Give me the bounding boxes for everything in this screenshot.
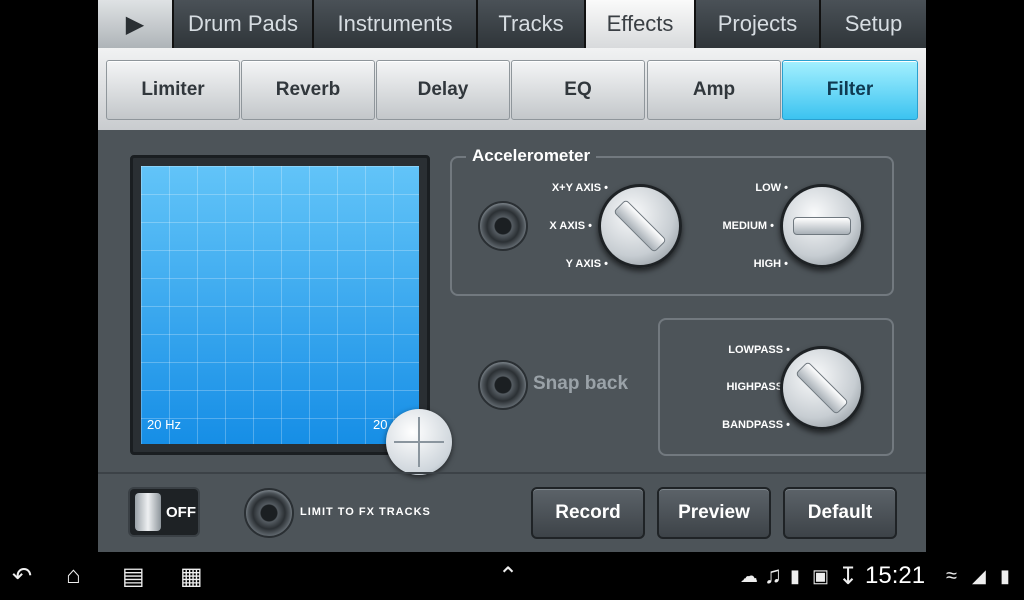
tab-projects[interactable]: Projects: [696, 0, 821, 48]
switch-label: OFF: [166, 504, 196, 521]
sd-card-icon: ▮: [790, 566, 800, 586]
xy-pad-frame: 20 Hz 20: [130, 155, 430, 455]
snap-back-toggle[interactable]: [478, 360, 528, 410]
axis-option-xy: X+Y AXIS •: [551, 182, 608, 194]
sensitivity-option-low: LOW •: [755, 182, 788, 194]
record-button[interactable]: Record: [531, 487, 645, 539]
wifi-icon: ≈: [946, 565, 957, 587]
tab-effects[interactable]: Effects: [586, 0, 696, 48]
filter-option-lowpass: LOWPASS •: [728, 344, 790, 356]
subtab-limiter[interactable]: Limiter: [106, 60, 240, 120]
status-clock: 15:21: [865, 562, 926, 589]
recent-apps-icon[interactable]: ▤: [122, 562, 145, 591]
tab-instruments[interactable]: Instruments: [314, 0, 478, 48]
filter-option-highpass: HIGHPASS •: [726, 381, 790, 393]
divider: [98, 472, 926, 474]
home-icon[interactable]: ⌂: [66, 562, 81, 590]
image-icon: ▣: [812, 566, 830, 586]
filter-type-knob[interactable]: [780, 346, 864, 430]
accelerometer-title: Accelerometer: [466, 146, 597, 166]
tab-tracks[interactable]: Tracks: [478, 0, 586, 48]
axis-knob-grip: [613, 199, 667, 253]
top-nav: ▶ Drum Pads Instruments Tracks Effects P…: [98, 0, 926, 48]
up-arrow-icon[interactable]: ⌃: [498, 562, 518, 591]
limit-to-fx-toggle[interactable]: [244, 488, 294, 538]
effects-tab-bar: Limiter Reverb Delay EQ Amp Filter: [98, 48, 926, 130]
tab-drum-pads[interactable]: Drum Pads: [174, 0, 314, 48]
xy-max-label: 20: [373, 417, 388, 432]
subtab-filter[interactable]: Filter: [782, 60, 918, 120]
play-button[interactable]: ▶: [98, 0, 174, 48]
play-icon: ▶: [125, 10, 145, 38]
filter-knob-grip: [795, 361, 849, 415]
back-icon[interactable]: ↶: [12, 562, 32, 591]
sensitivity-knob[interactable]: [780, 184, 864, 268]
snap-back-label: Snap back: [533, 373, 629, 394]
filter-option-bandpass: BANDPASS •: [722, 419, 790, 431]
download-icon: ↧: [838, 563, 859, 590]
xy-pad-handle[interactable]: [386, 409, 452, 475]
sensitivity-option-high: HIGH •: [753, 258, 788, 270]
soundcloud-icon: ☁: [740, 566, 758, 586]
subtab-delay[interactable]: Delay: [376, 60, 510, 120]
sensitivity-option-medium: MEDIUM •: [722, 220, 774, 232]
limit-to-fx-label: LIMIT TO FX TRACKS: [300, 506, 431, 518]
music-icon: ♫: [764, 562, 782, 589]
subtab-eq[interactable]: EQ: [511, 60, 645, 120]
axis-knob[interactable]: [598, 184, 682, 268]
subtab-reverb[interactable]: Reverb: [241, 60, 375, 120]
sensitivity-knob-grip: [793, 217, 851, 235]
subtab-amp[interactable]: Amp: [647, 60, 781, 120]
app-window: ▶ Drum Pads Instruments Tracks Effects P…: [98, 0, 926, 552]
effect-on-off-switch[interactable]: OFF: [128, 487, 200, 537]
xy-pad[interactable]: 20 Hz 20: [141, 166, 419, 444]
screenshot-icon[interactable]: ▦: [180, 562, 203, 591]
default-button[interactable]: Default: [783, 487, 897, 539]
signal-icon: ◢: [972, 566, 986, 586]
tab-setup[interactable]: Setup: [821, 0, 926, 48]
accelerometer-toggle[interactable]: [478, 201, 528, 251]
axis-option-y: Y AXIS •: [565, 258, 608, 270]
preview-button[interactable]: Preview: [657, 487, 771, 539]
battery-icon: ▮: [1000, 566, 1010, 586]
axis-option-x: X AXIS •: [549, 220, 592, 232]
switch-knob: [135, 493, 161, 531]
xy-min-label: 20 Hz: [147, 417, 181, 432]
